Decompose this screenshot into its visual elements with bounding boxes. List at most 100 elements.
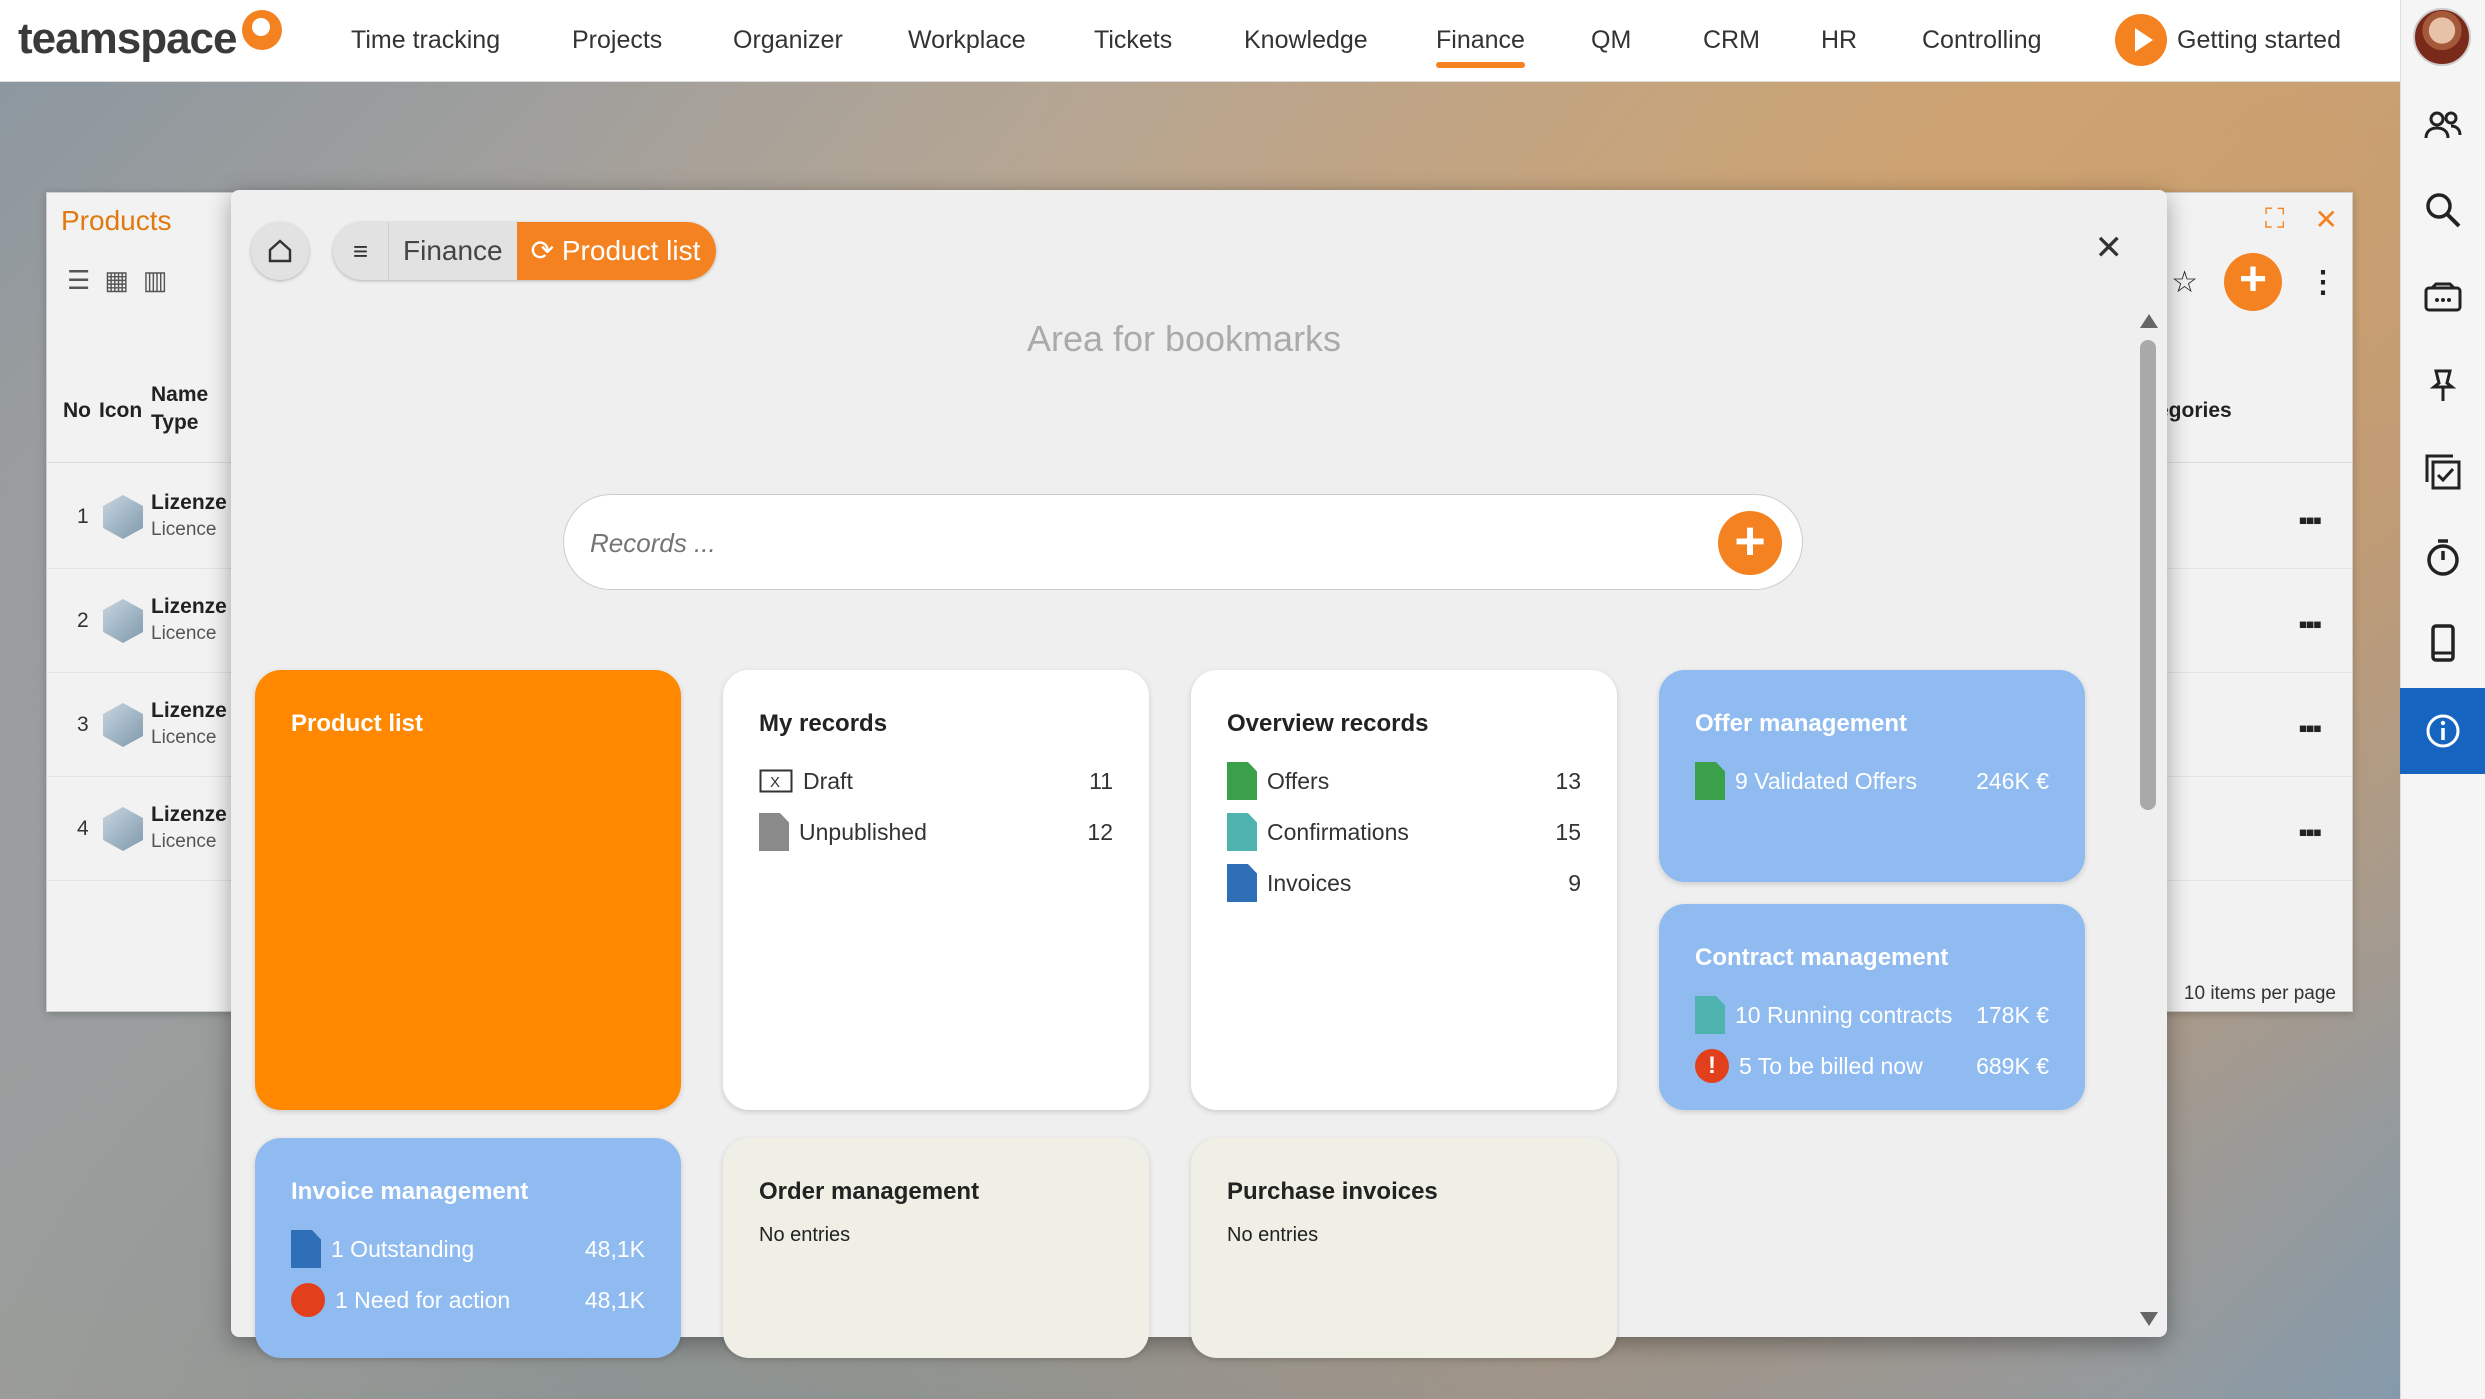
close-icon[interactable]: ✕ <box>2315 203 2338 236</box>
item-label: Unpublished <box>799 818 927 845</box>
getting-started-button[interactable]: Getting started <box>2115 14 2341 66</box>
grid-icon[interactable]: ▪▪▪ <box>2298 505 2322 536</box>
info-icon[interactable] <box>2400 688 2485 774</box>
draft-icon: X <box>759 769 793 793</box>
item-label: 9 Validated Offers <box>1735 767 1917 794</box>
chart-view-icon[interactable]: ▥ <box>143 265 168 296</box>
list-item[interactable]: Invoices 9 <box>1227 863 1581 903</box>
confirmation-doc-icon <box>1227 813 1257 851</box>
scroll-up-arrow-icon[interactable] <box>2140 314 2158 328</box>
breadcrumb: ≡ Finance ⟳ Product list <box>333 222 717 280</box>
item-label: Draft <box>803 767 853 794</box>
row-type: Licence <box>151 831 217 852</box>
nav-controlling[interactable]: Controlling <box>1922 26 2042 55</box>
row-name: Lizenze <box>151 699 227 722</box>
dialog-close-icon[interactable]: ✕ <box>2095 228 2124 268</box>
tile-purchase-invoices[interactable]: Purchase invoices No entries <box>1191 1138 1617 1358</box>
search-icon[interactable] <box>2400 175 2485 245</box>
col-icon[interactable]: Icon <box>99 397 142 424</box>
nav-hr[interactable]: HR <box>1821 26 1857 55</box>
list-item[interactable]: 1 Need for action 48,1K <box>291 1280 645 1320</box>
licence-icon <box>103 703 143 747</box>
breadcrumb-finance[interactable]: Finance <box>389 222 517 280</box>
top-navigation: teamspace Time tracking Projects Organiz… <box>0 0 2400 82</box>
svg-text:X: X <box>770 774 780 791</box>
teamspace-logo[interactable]: teamspace <box>18 10 283 64</box>
offer-doc-icon <box>1227 762 1257 800</box>
nav-time-tracking[interactable]: Time tracking <box>351 26 500 55</box>
tile-title: Order management <box>759 1178 980 1205</box>
tile-title: Product list <box>291 710 424 737</box>
col-type[interactable]: Type <box>151 409 198 436</box>
nav-projects[interactable]: Projects <box>572 26 662 55</box>
products-title: Products <box>61 205 172 236</box>
item-count: 13 <box>1555 767 1581 794</box>
item-label: 5 To be billed now <box>1739 1052 1923 1079</box>
list-item[interactable]: 1 Outstanding 48,1K <box>291 1229 645 1269</box>
menu-icon[interactable]: ≡ <box>333 222 389 280</box>
nav-tickets[interactable]: Tickets <box>1094 26 1172 55</box>
phone-icon[interactable] <box>2400 608 2485 678</box>
add-record-button[interactable]: + <box>1718 511 1782 575</box>
tile-title: My records <box>759 710 888 737</box>
home-button[interactable] <box>251 222 309 280</box>
nav-knowledge[interactable]: Knowledge <box>1244 26 1368 55</box>
scroll-down-arrow-icon[interactable] <box>2140 1312 2158 1326</box>
grid-icon[interactable]: ▪▪▪ <box>2298 713 2322 744</box>
nav-workplace[interactable]: Workplace <box>908 26 1026 55</box>
tile-contract-management[interactable]: Contract management 10 Running contracts… <box>1659 904 2085 1110</box>
list-item[interactable]: X Draft 11 <box>759 761 1113 801</box>
list-item[interactable]: Unpublished 12 <box>759 812 1113 852</box>
list-item[interactable]: 10 Running contracts 178K € <box>1695 995 2049 1035</box>
stopwatch-icon[interactable] <box>2400 522 2485 592</box>
validated-offer-icon <box>1695 762 1725 800</box>
nav-organizer[interactable]: Organizer <box>733 26 843 55</box>
item-label: Offers <box>1267 767 1330 794</box>
tile-overview-records[interactable]: Overview records Offers 13 Confirmations… <box>1191 670 1617 1110</box>
row-no: 4 <box>77 817 89 840</box>
nav-finance[interactable]: Finance <box>1436 26 1525 68</box>
list-view-icon[interactable]: ☰ <box>67 265 90 296</box>
bookmarks-area: Area for bookmarks <box>1026 318 1342 359</box>
col-categories[interactable]: egories <box>2157 397 2232 424</box>
records-search-input[interactable] <box>590 521 1690 565</box>
page-size-value[interactable]: 10 <box>2184 983 2205 1004</box>
item-amount: 48,1K <box>584 1286 645 1313</box>
tile-product-list[interactable]: Product list <box>255 670 681 1110</box>
col-name[interactable]: Name <box>151 381 208 408</box>
tile-view-icon[interactable]: ▦ <box>104 265 129 296</box>
inbox-icon[interactable] <box>2400 262 2485 332</box>
star-icon[interactable]: ☆ <box>2171 265 2198 300</box>
logo-mark-icon <box>242 10 283 50</box>
list-item[interactable]: ! 5 To be billed now 689K € <box>1695 1046 2049 1086</box>
grid-icon[interactable]: ▪▪▪ <box>2298 609 2322 640</box>
pager[interactable]: 10 items per page <box>2184 983 2336 1005</box>
list-item[interactable]: Confirmations 15 <box>1227 812 1581 852</box>
nav-crm[interactable]: CRM <box>1703 26 1760 55</box>
avatar[interactable] <box>2413 8 2471 66</box>
tile-order-management[interactable]: Order management No entries <box>723 1138 1149 1358</box>
add-product-button[interactable]: + <box>2224 253 2282 311</box>
item-count: 9 <box>1568 869 1581 896</box>
tasks-icon[interactable] <box>2400 437 2485 507</box>
nav-qm[interactable]: QM <box>1591 26 1631 55</box>
col-no[interactable]: No <box>63 397 91 424</box>
pin-icon[interactable] <box>2400 350 2485 420</box>
row-type: Licence <box>151 727 217 748</box>
list-item[interactable]: Offers 13 <box>1227 761 1581 801</box>
list-item[interactable]: 9 Validated Offers 246K € <box>1695 761 2049 801</box>
row-type: Licence <box>151 519 217 540</box>
breadcrumb-product-list[interactable]: ⟳ Product list <box>516 222 717 280</box>
grid-icon[interactable]: ▪▪▪ <box>2298 817 2322 848</box>
tile-my-records[interactable]: My records X Draft 11 Unpublished 12 <box>723 670 1149 1110</box>
people-icon[interactable] <box>2400 90 2485 160</box>
refresh-icon: ⟳ <box>530 235 555 266</box>
tile-offer-management[interactable]: Offer management 9 Validated Offers 246K… <box>1659 670 2085 882</box>
more-options-icon[interactable]: ⋮ <box>2308 265 2338 300</box>
scroll-thumb[interactable] <box>2140 340 2156 810</box>
tile-invoice-management[interactable]: Invoice management 1 Outstanding 48,1K 1… <box>255 1138 681 1358</box>
row-type: Licence <box>151 623 217 644</box>
maximize-icon[interactable]: ⛶ <box>2265 203 2285 236</box>
product-list-dialog: ≡ Finance ⟳ Product list ✕ Area for book… <box>231 190 2167 1358</box>
scrollbar[interactable] <box>2136 314 2160 1332</box>
